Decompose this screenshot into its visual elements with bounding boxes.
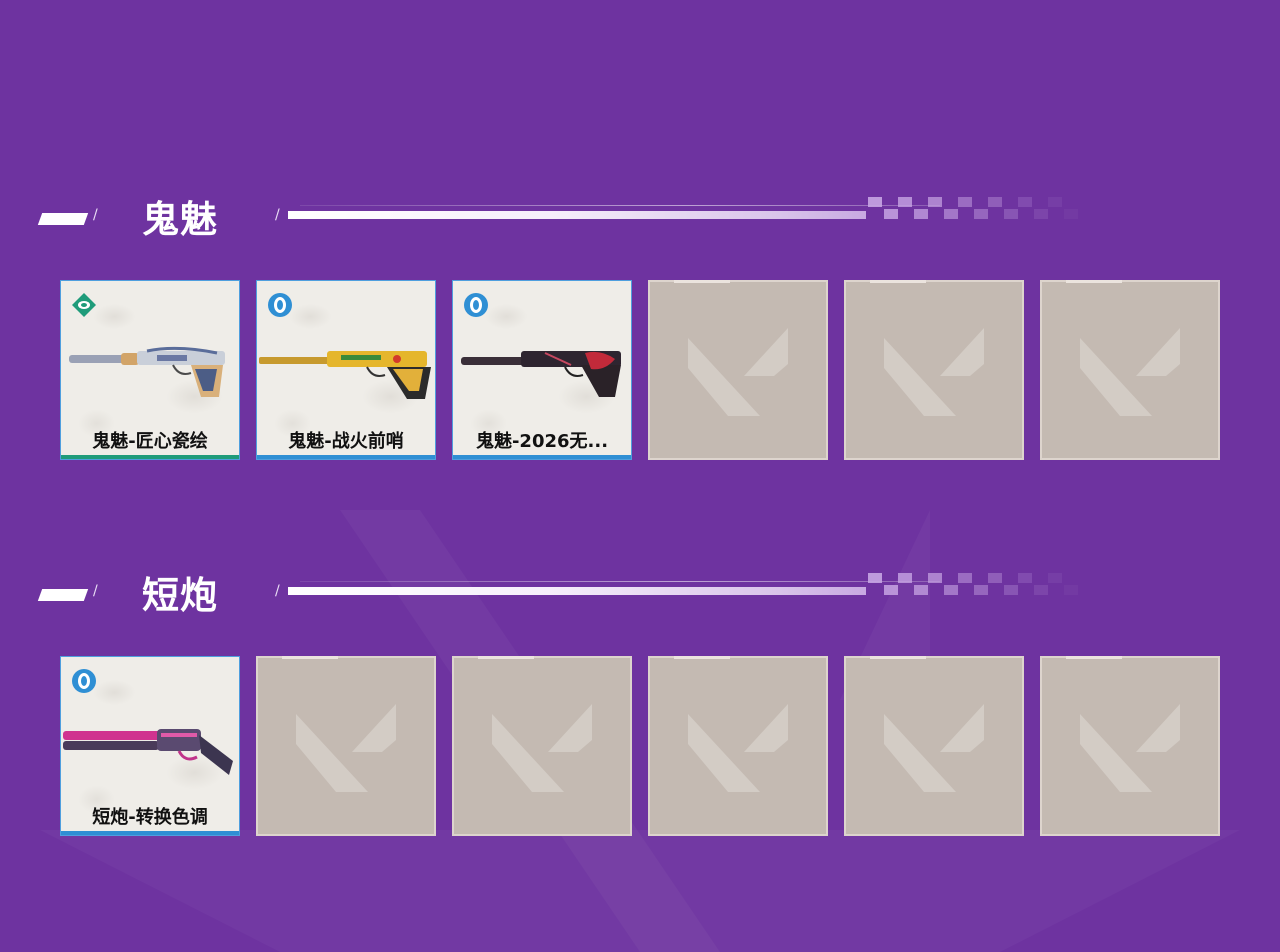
empty-slot [256, 656, 436, 836]
empty-slot [452, 656, 632, 836]
skin-card[interactable]: 短炮-转换色调 [60, 656, 240, 836]
tier-ring-icon [72, 669, 96, 693]
valorant-v-icon [296, 704, 396, 792]
valorant-v-icon [492, 704, 592, 792]
header-thin-line [300, 581, 940, 582]
skin-name: 鬼魅-匠心瓷绘 [92, 431, 208, 452]
header-checker-decoration [868, 573, 1078, 595]
empty-slot [1040, 280, 1220, 460]
tier-ring-icon [464, 293, 488, 317]
skin-card[interactable]: 鬼魅-战火前哨 [256, 280, 436, 460]
header-checker-decoration [868, 197, 1078, 219]
header-dash-decoration [37, 213, 89, 225]
tier-ring-icon [268, 293, 292, 317]
rarity-strip [61, 455, 239, 459]
skin-card[interactable]: 鬼魅-匠心瓷绘 [60, 280, 240, 460]
skin-name: 鬼魅-战火前哨 [288, 431, 404, 452]
header-slash: / [275, 207, 280, 223]
valorant-v-icon [1080, 328, 1180, 416]
empty-slot [844, 280, 1024, 460]
rarity-strip [453, 455, 631, 459]
slot-tab-decoration [1066, 280, 1122, 283]
skin-grid-ghost: 鬼魅-匠心瓷绘 鬼魅-战火前哨 鬼魅-2026无... [60, 280, 1220, 460]
empty-slot [844, 656, 1024, 836]
header-divider-bar [288, 211, 866, 219]
slot-tab-decoration [282, 656, 338, 659]
section-title: 鬼魅 [142, 198, 218, 241]
shorty-pink-icon [63, 729, 233, 775]
header-divider-bar [288, 587, 866, 595]
rarity-strip [61, 831, 239, 835]
valorant-v-icon [884, 704, 984, 792]
section-header-shorty: / 短炮 / [0, 566, 1280, 626]
slot-tab-decoration [870, 656, 926, 659]
empty-slot [648, 656, 828, 836]
slot-tab-decoration [478, 656, 534, 659]
slot-tab-decoration [1066, 656, 1122, 659]
skin-grid-shorty: 短炮-转换色调 [60, 656, 1220, 836]
slot-tab-decoration [674, 280, 730, 283]
section-title: 短炮 [142, 574, 218, 617]
section-header-ghost: / 鬼魅 / [0, 190, 1280, 250]
skin-card[interactable]: 鬼魅-2026无... [452, 280, 632, 460]
valorant-v-icon [884, 328, 984, 416]
rarity-strip [257, 455, 435, 459]
slot-tab-decoration [674, 656, 730, 659]
valorant-v-icon [688, 328, 788, 416]
valorant-v-icon [688, 704, 788, 792]
skin-name: 鬼魅-2026无... [475, 431, 609, 452]
ghost-pistol-porcelain-icon [69, 346, 225, 397]
ghost-pistol-dark-red-icon [461, 351, 621, 397]
valorant-v-icon [1080, 704, 1180, 792]
header-slash: / [93, 583, 98, 599]
empty-slot [648, 280, 828, 460]
skin-name: 短炮-转换色调 [92, 807, 208, 828]
empty-slot [1040, 656, 1220, 836]
header-slash: / [93, 207, 98, 223]
header-dash-decoration [37, 589, 89, 601]
ghost-pistol-yellow-icon [259, 351, 431, 399]
header-thin-line [300, 205, 940, 206]
tier-diamond-icon [72, 293, 96, 317]
slot-tab-decoration [870, 280, 926, 283]
header-slash: / [275, 583, 280, 599]
